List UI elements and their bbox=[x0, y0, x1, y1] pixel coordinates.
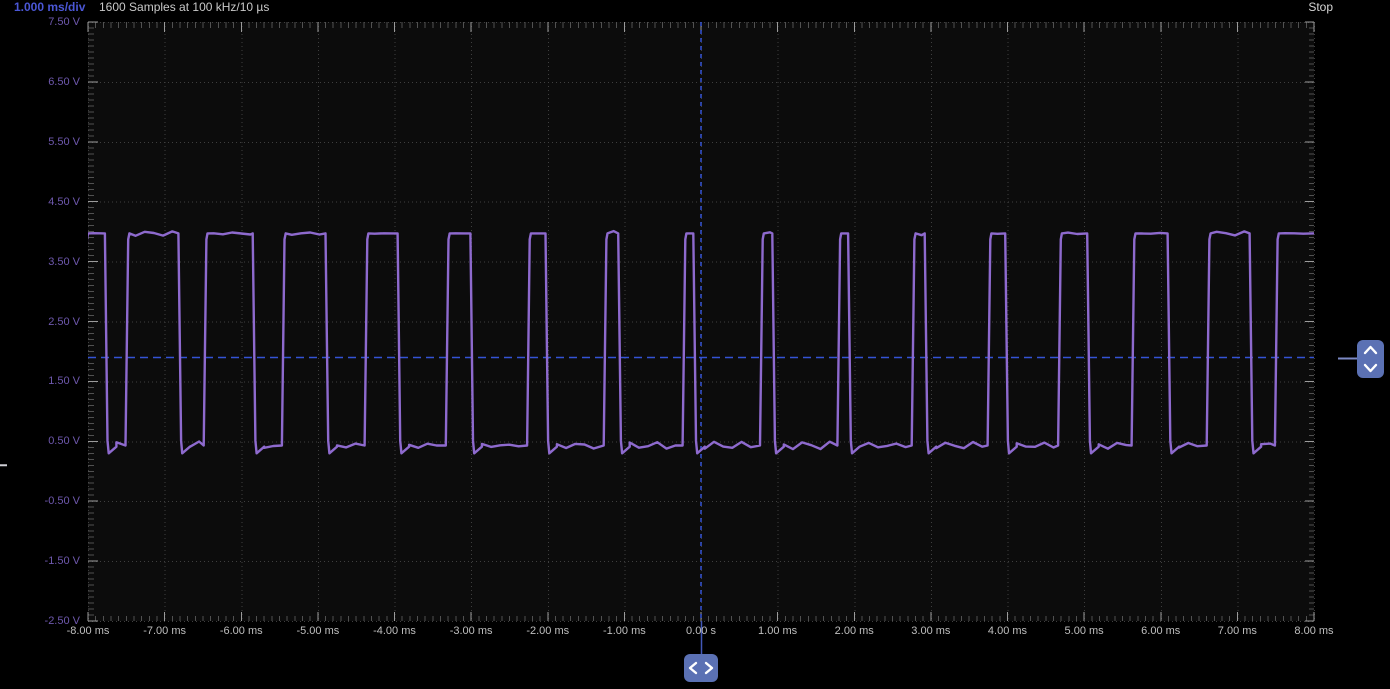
y-axis-label: -0.50 V bbox=[0, 495, 80, 507]
chevron-up-icon[interactable] bbox=[1357, 341, 1384, 359]
y-axis-label: 2.50 V bbox=[0, 316, 80, 328]
y-axis-label: 3.50 V bbox=[0, 256, 80, 268]
y-axis-label: 1.50 V bbox=[0, 375, 80, 387]
chevron-right-icon[interactable] bbox=[701, 654, 717, 682]
trigger-level-stepper[interactable] bbox=[1357, 340, 1384, 378]
y-axis-label: 5.50 V bbox=[0, 136, 80, 148]
x-axis-label: 8.00 ms bbox=[1269, 625, 1359, 637]
scope-plot[interactable] bbox=[0, 0, 1390, 689]
chevron-down-icon[interactable] bbox=[1357, 359, 1384, 377]
y-axis-label: 7.50 V bbox=[0, 16, 80, 28]
y-axis-label: -1.50 V bbox=[0, 555, 80, 567]
oscilloscope-window: 1.000 ms/div 1600 Samples at 100 kHz/10 … bbox=[0, 0, 1390, 689]
trigger-position-stepper[interactable] bbox=[684, 654, 718, 682]
y-axis-label: 4.50 V bbox=[0, 196, 80, 208]
chevron-left-icon[interactable] bbox=[685, 654, 701, 682]
y-axis-label: 6.50 V bbox=[0, 76, 80, 88]
y-axis-label: 0.50 V bbox=[0, 435, 80, 447]
